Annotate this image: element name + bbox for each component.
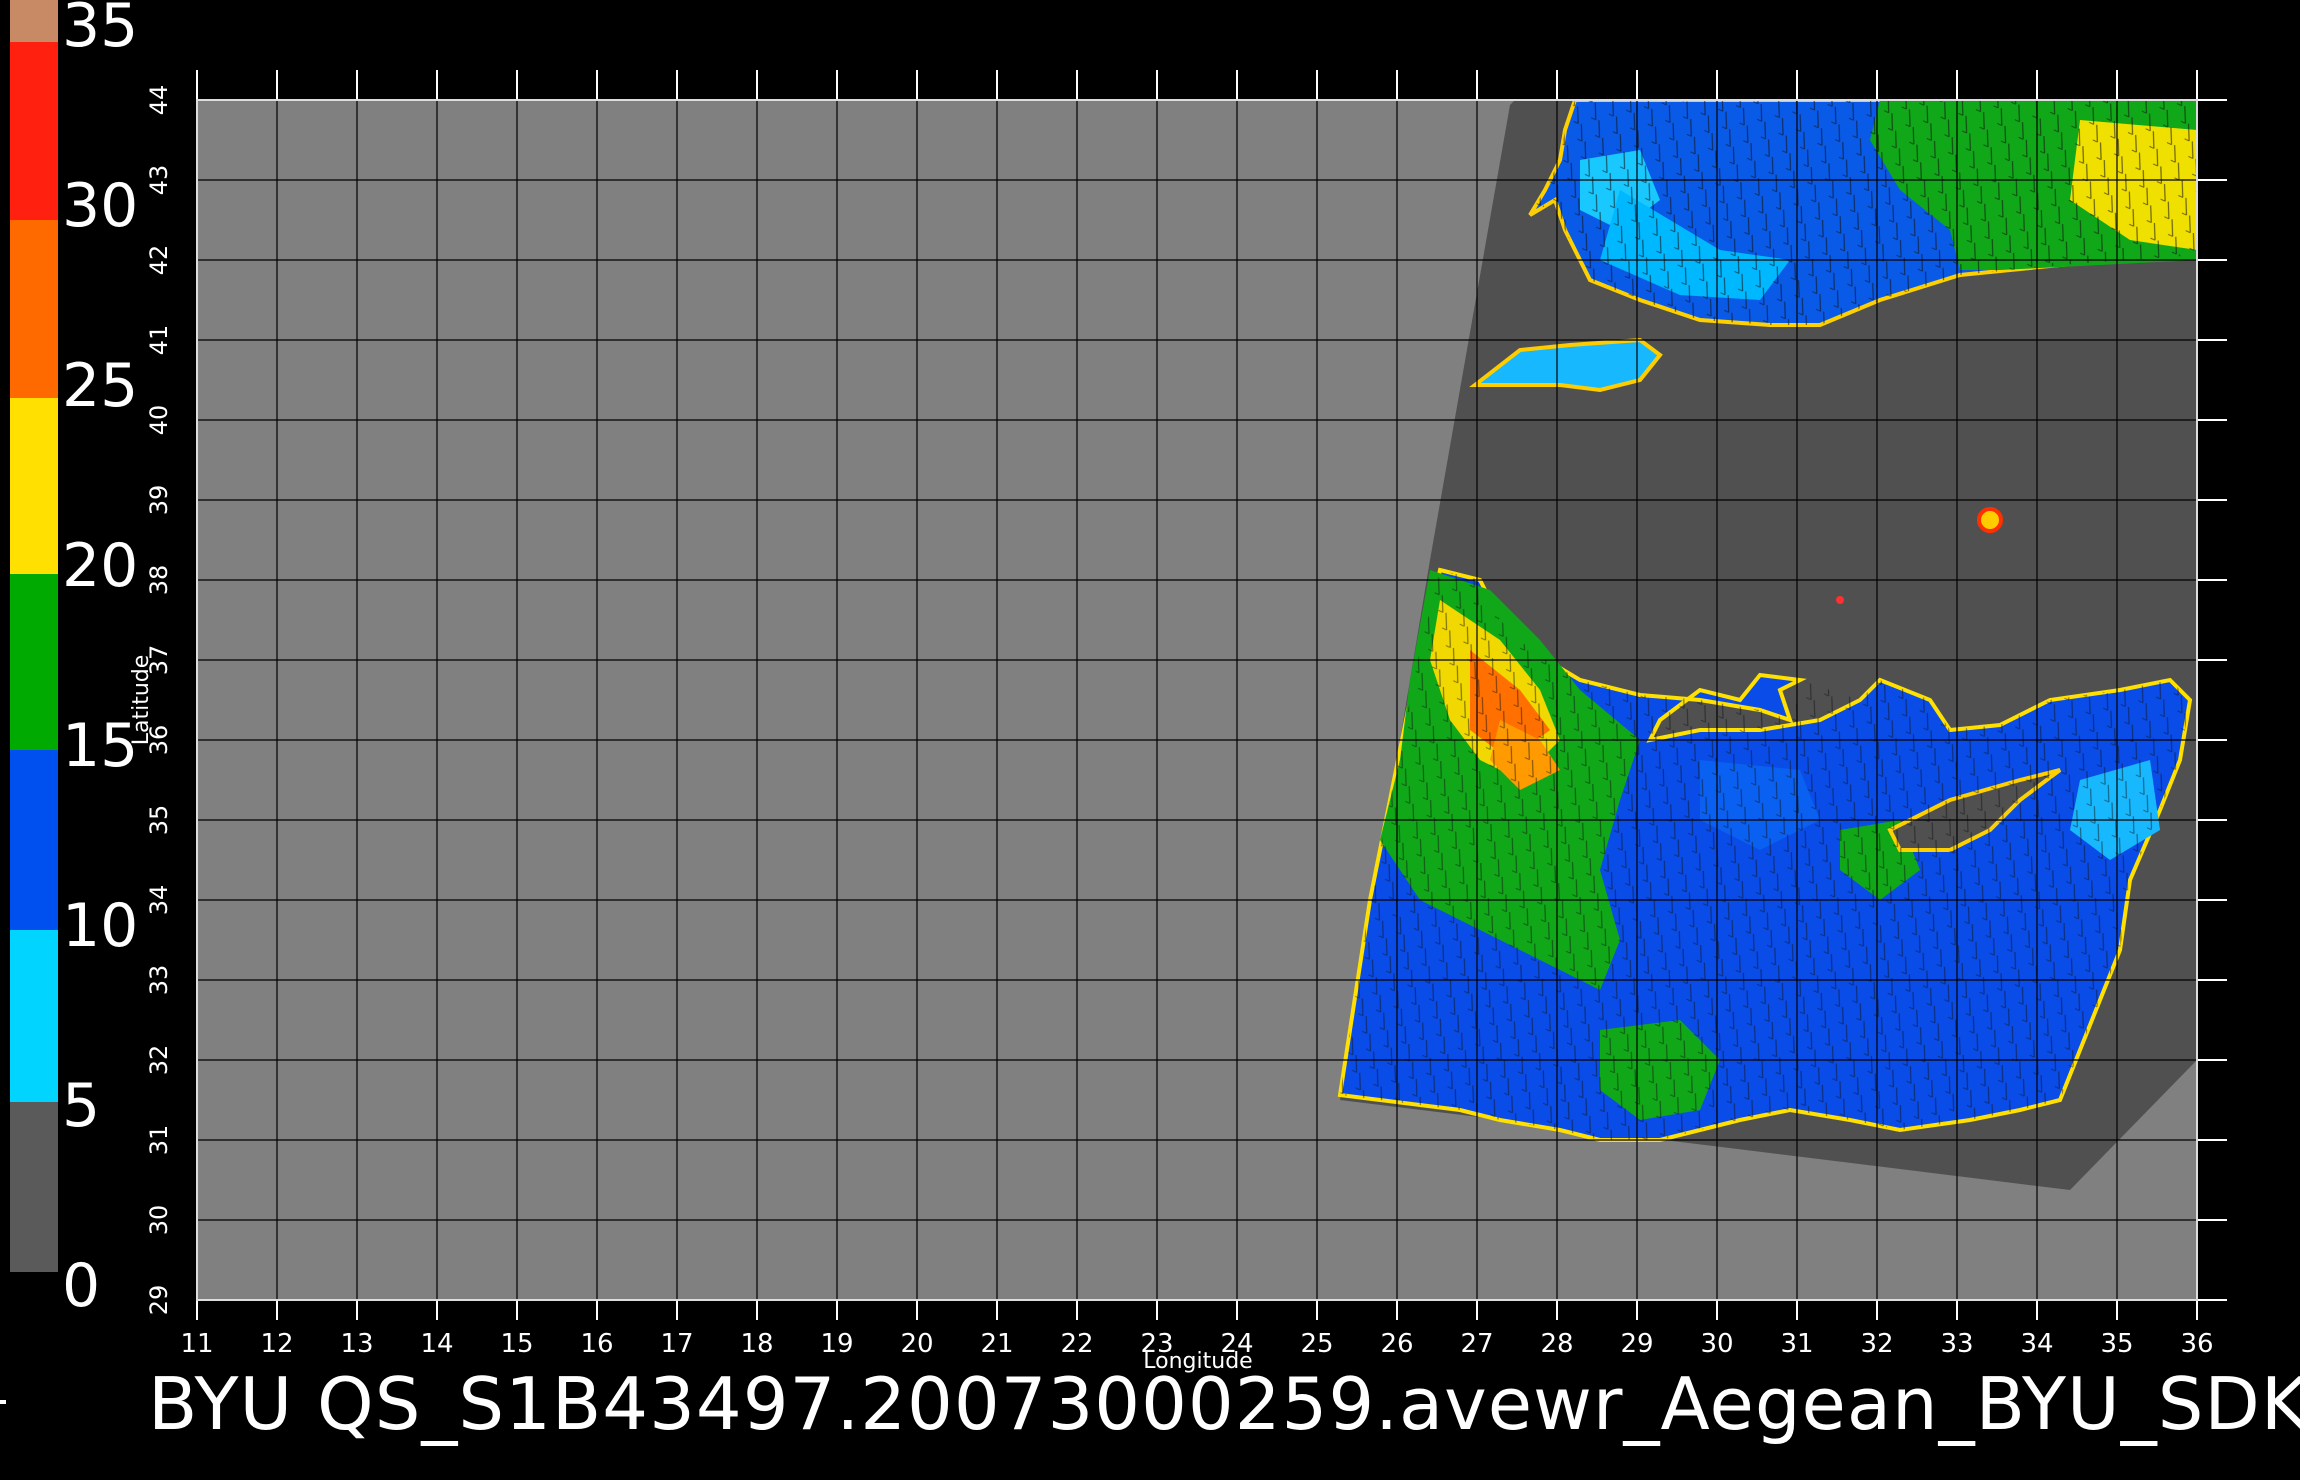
colorbar-tick-label: 30: [62, 171, 138, 241]
latitude-tick-label: 41: [145, 325, 173, 356]
longitude-tick-label: 11: [180, 1329, 213, 1359]
latitude-tick-label: 42: [145, 245, 173, 276]
longitude-tick-label: 31: [1780, 1329, 1813, 1359]
latitude-tick-label: 34: [145, 885, 173, 916]
latitude-tick-label: 44: [145, 85, 173, 116]
latitude-tick-label: 40: [145, 405, 173, 436]
latitude-tick-label: 38: [145, 565, 173, 596]
longitude-tick-label: 21: [980, 1329, 1013, 1359]
longitude-tick-label: 30: [1700, 1329, 1733, 1359]
colorbar-tick-label: 35: [62, 0, 138, 61]
longitude-tick-label: 20: [900, 1329, 933, 1359]
wind-map-figure: 0 5 10 15 20 25 30 35 11 12 13 14 15 16 17 18 1…: [10, 0, 2227, 1374]
longitude-tick-label: 16: [580, 1329, 613, 1359]
colorbar-labels: 0 5 10 15 20 25 30 35: [62, 0, 138, 1321]
longitude-tick-label: 19: [820, 1329, 853, 1359]
longitude-tick-label: 13: [340, 1329, 373, 1359]
longitude-tick-label: 29: [1620, 1329, 1653, 1359]
edge-mark: [0, 1400, 6, 1404]
y-axis-label: Latitude: [129, 655, 154, 746]
latitude-tick-label: 39: [145, 485, 173, 516]
longitude-tick-label: 36: [2180, 1329, 2213, 1359]
longitude-tick-label: 15: [500, 1329, 533, 1359]
longitude-tick-label: 33: [1940, 1329, 1973, 1359]
longitude-tick-label: 14: [420, 1329, 453, 1359]
colorbar: [10, 0, 58, 1272]
colorbar-tick-label: 15: [62, 711, 138, 781]
latitude-tick-label: 43: [145, 165, 173, 196]
latitude-tick-label: 35: [145, 805, 173, 836]
latitude-tick-label: 32: [145, 1045, 173, 1076]
longitude-tick-label: 12: [260, 1329, 293, 1359]
longitude-tick-label: 17: [660, 1329, 693, 1359]
longitude-tick-label: 26: [1380, 1329, 1413, 1359]
longitude-tick-label: 32: [1860, 1329, 1893, 1359]
longitude-tick-label: 27: [1460, 1329, 1493, 1359]
longitude-tick-label: 25: [1300, 1329, 1333, 1359]
longitude-tick-label: 34: [2020, 1329, 2053, 1359]
longitude-tick-label: 18: [740, 1329, 773, 1359]
colorbar-tick-label: 20: [62, 531, 138, 601]
latitude-tick-label: 29: [145, 1285, 173, 1316]
colorbar-tick-label: 10: [62, 891, 138, 961]
latitude-tick-label: 30: [145, 1205, 173, 1236]
product-title: BYU QS_S1B43497.20073000259.avewr_Aegean…: [148, 1362, 2300, 1446]
longitude-tick-label: 28: [1540, 1329, 1573, 1359]
longitude-tick-label: 35: [2100, 1329, 2133, 1359]
latitude-tick-label: 31: [145, 1125, 173, 1156]
colorbar-tick-label: 0: [62, 1251, 100, 1321]
colorbar-tick-label: 25: [62, 351, 138, 421]
colorbar-tick-label: 5: [62, 1071, 100, 1141]
latitude-tick-label: 33: [145, 965, 173, 996]
longitude-tick-label: 22: [1060, 1329, 1093, 1359]
